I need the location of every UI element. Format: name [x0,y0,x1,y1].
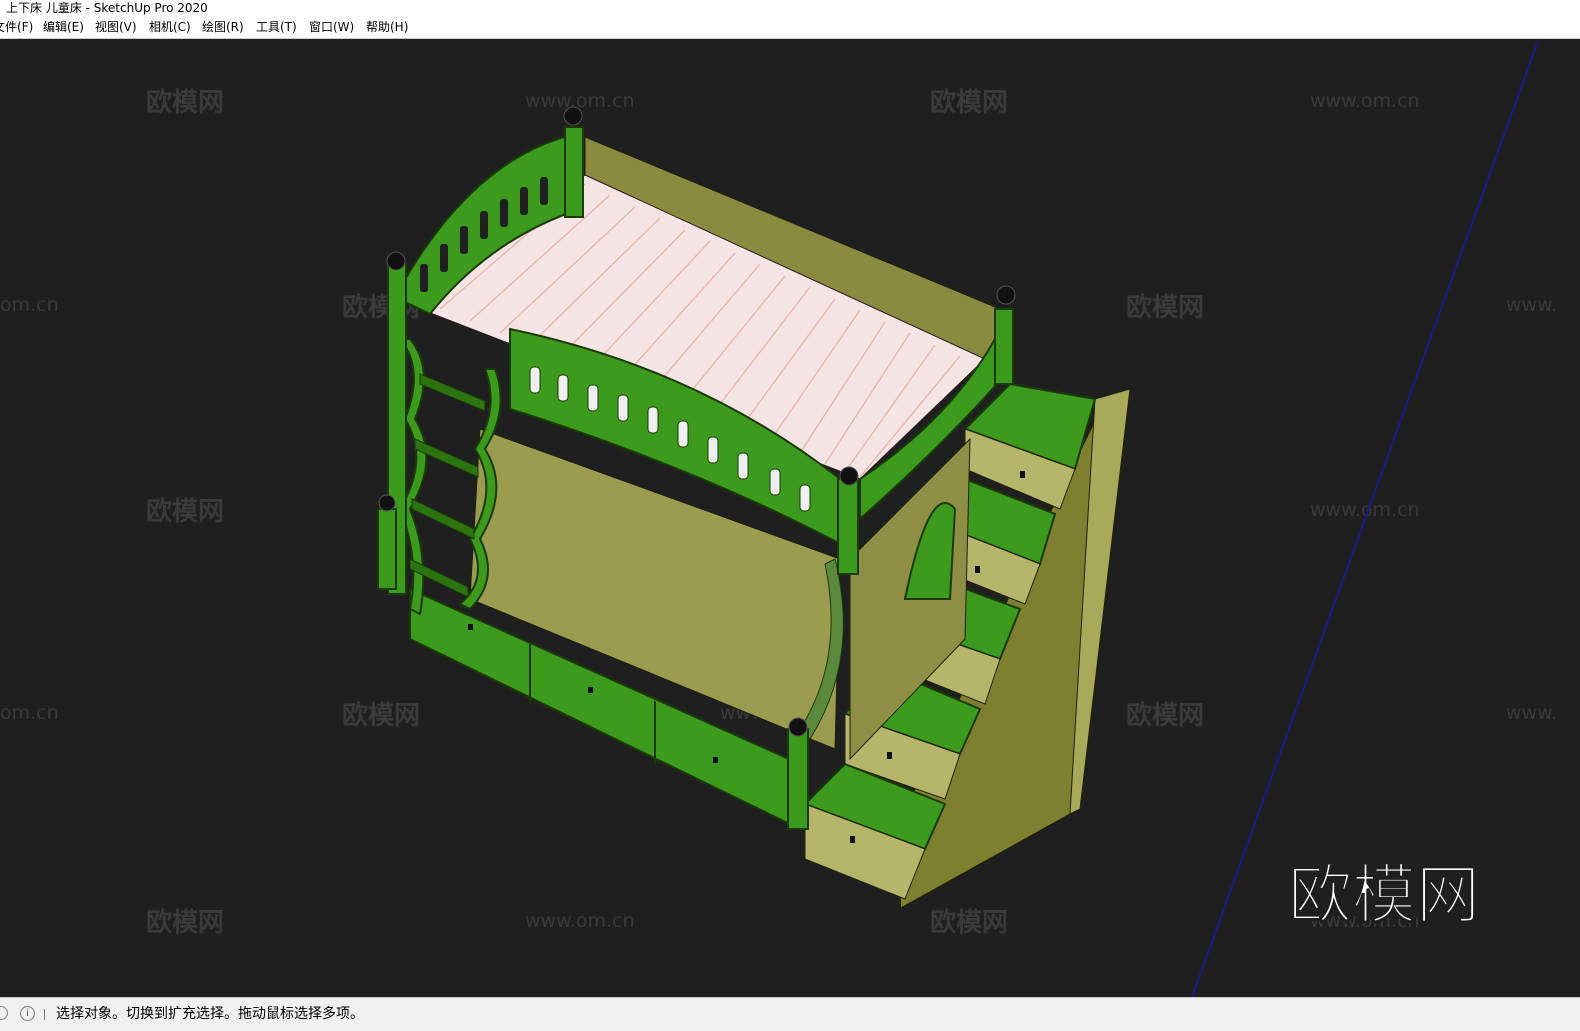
watermark-brand: 欧模网 [930,907,1008,938]
corner-logo: 欧模网 [1288,859,1480,933]
watermark-url: www.om.cn [525,910,635,932]
corner-post [787,728,809,830]
menu-window[interactable]: 窗口(W) [306,16,357,38]
menu-camera[interactable]: 相机(C) [146,16,194,38]
ladder [397,338,502,616]
watermark-brand: 欧模网 [1126,292,1204,323]
menu-bar: 文件(F) 编辑(E) 视图(V) 相机(C) 绘图(R) 工具(T) 窗口(W… [0,16,1580,39]
corner-post [837,478,859,575]
geo-location-icon[interactable] [0,1006,8,1020]
menu-tools[interactable]: 工具(T) [253,16,300,38]
watermark-url: www.om.cn [1310,90,1420,112]
info-icon[interactable]: i [20,1006,35,1021]
corner-post [994,308,1014,385]
watermark-brand: 欧模网 [930,87,1008,118]
drawer-handle [468,624,473,630]
watermark-brand: 欧模网 [146,907,224,938]
scene-canvas[interactable]: 欧模网 www.om.cn 欧模网 www.om.cn om.cn 欧模网 ww… [0,39,1580,997]
watermark-brand: 欧模网 [146,87,224,118]
blue-axis-line [1191,40,1539,997]
drawer-handle [713,757,718,763]
watermark-url: www.om.cn [525,90,635,112]
watermark-url-partial: om.cn [0,702,59,724]
model-viewport[interactable]: 欧模网 www.om.cn 欧模网 www.om.cn om.cn 欧模网 ww… [0,39,1580,997]
window-titlebar: 上下床 儿童床 - SketchUp Pro 2020 [0,0,1580,16]
status-separator [44,1009,45,1020]
menu-edit[interactable]: 编辑(E) [40,16,87,38]
menu-draw[interactable]: 绘图(R) [199,16,247,38]
menu-file[interactable]: 文件(F) [0,16,36,38]
watermark-brand: 欧模网 [1126,700,1204,731]
corner-post [564,126,584,218]
watermark-brand: 欧模网 [146,496,224,527]
menu-view[interactable]: 视图(V) [92,16,140,38]
menu-help[interactable]: 帮助(H) [363,16,411,38]
status-bar: i 选择对象。切换到扩充选择。拖动鼠标选择多项。 [0,997,1580,1031]
status-message: 选择对象。切换到扩充选择。拖动鼠标选择多项。 [56,1006,364,1022]
watermark-brand: 欧模网 [342,700,420,731]
watermark-url-partial: om.cn [0,294,59,316]
watermark-url-partial: www. [1506,702,1557,724]
corner-post [377,508,397,590]
bunk-bed-model[interactable] [377,106,1132,911]
watermark-url-partial: www. [1506,294,1557,316]
drawer-handle [588,687,593,693]
window-title: 上下床 儿童床 - SketchUp Pro 2020 [6,1,208,15]
